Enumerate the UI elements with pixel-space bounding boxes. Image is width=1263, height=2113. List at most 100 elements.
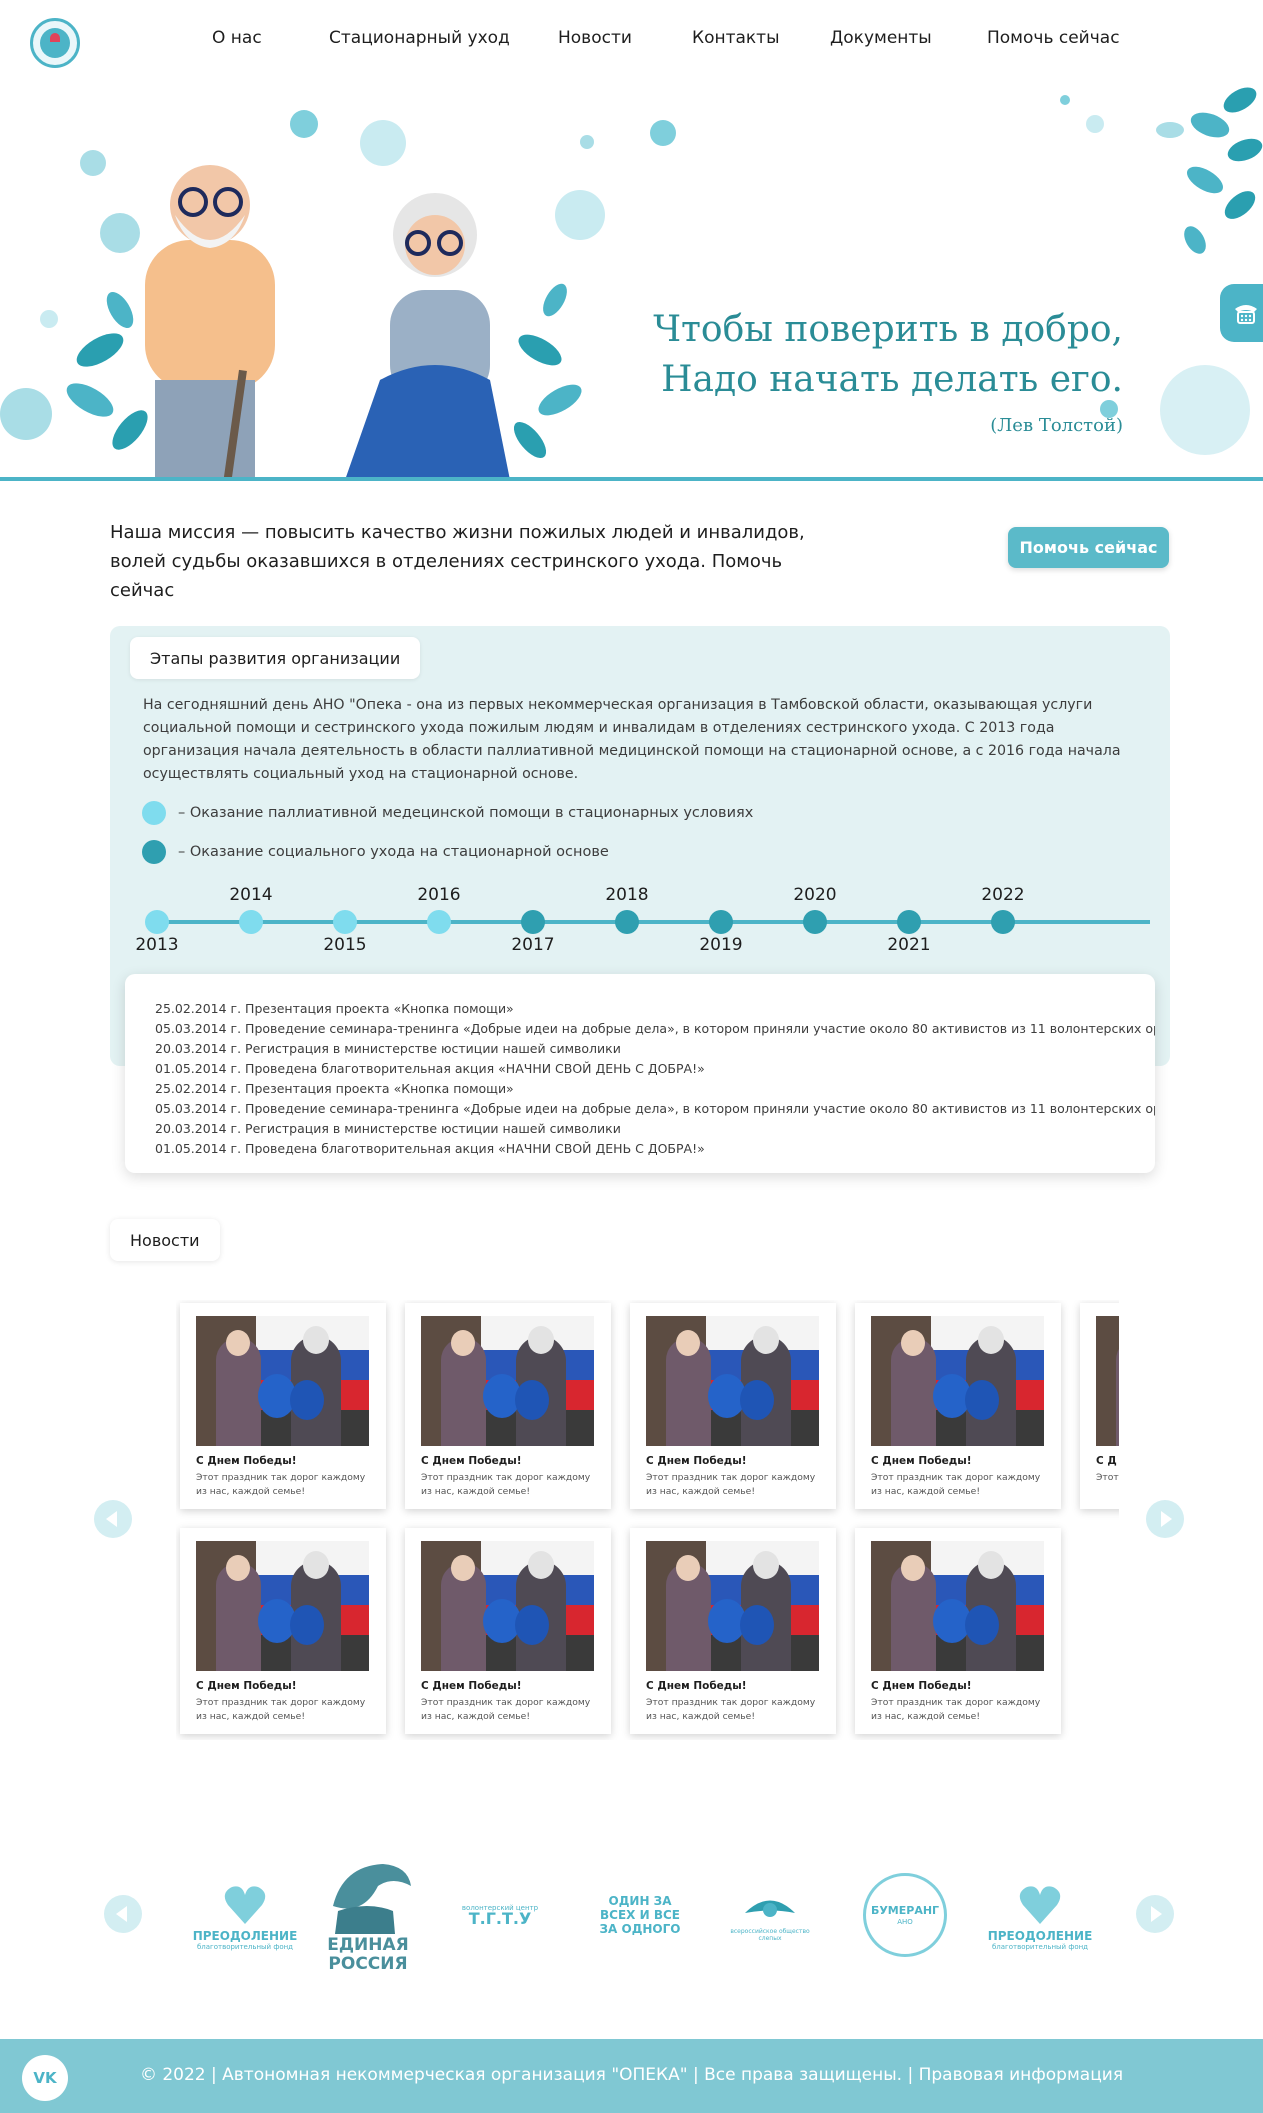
news-card[interactable]: С Днем Победы! Этот праздник так дорог ка… xyxy=(855,1303,1061,1509)
timeline-year-label: 2015 xyxy=(323,935,367,955)
quote-line-1: Чтобы поверить в добро, xyxy=(653,309,1123,350)
event-item: 05.03.2014 г. Проведение семинара-тренин… xyxy=(155,1021,1155,1036)
decor-dot xyxy=(1160,365,1250,455)
timeline-dot-2015[interactable] xyxy=(333,910,357,934)
news-card[interactable]: С Днем Победы! Этот праздник так дорог ка… xyxy=(630,1528,836,1734)
nav-about[interactable]: О нас xyxy=(212,28,262,48)
partner-united-russia[interactable]: ЕДИНАЯ РОССИЯ xyxy=(318,1850,418,1980)
event-item: 25.02.2014 г. Презентация проекта «Кнопк… xyxy=(155,1001,514,1016)
partner-bumerang[interactable]: БУМЕРАНГ АНО xyxy=(860,1870,950,1960)
timeline-dot-2013[interactable] xyxy=(145,910,169,934)
timeline-year-label: 2020 xyxy=(793,885,837,905)
timeline-year-label: 2022 xyxy=(981,885,1025,905)
news-card[interactable]: С Днем Победы! Этот праздник так дорог ка… xyxy=(180,1303,386,1509)
timeline-year-label: 2016 xyxy=(417,885,461,905)
arrow-right-icon xyxy=(1161,1511,1172,1527)
timeline-dot-2019[interactable] xyxy=(709,910,733,934)
heart-icon xyxy=(1019,1886,1061,1924)
news-card-title: С Днем Победы! xyxy=(871,1680,972,1692)
eye-logo-icon xyxy=(745,1900,795,1917)
help-now-button[interactable]: Помочь сейчас xyxy=(1008,527,1169,568)
nav-news[interactable]: Новости xyxy=(558,28,632,48)
news-card-title: С Днем Победы! xyxy=(196,1680,297,1692)
news-card[interactable]: С Днем Победы! Этот праздник так дорог ка… xyxy=(855,1528,1061,1734)
legend-dot-dark xyxy=(142,840,166,864)
event-item: 20.03.2014 г. Регистрация в министерстве… xyxy=(155,1121,621,1136)
partner-preodolenie-2[interactable]: ПРЕОДОЛЕНИЕ благотворительный фонд xyxy=(985,1865,1095,1965)
news-card-text: Этот праздник так дорог каждому из нас, … xyxy=(196,1472,366,1497)
news-prev-button[interactable] xyxy=(94,1500,132,1538)
event-item: 01.05.2014 г. Проведена благотворительна… xyxy=(155,1141,705,1156)
timeline-dot-2017[interactable] xyxy=(521,910,545,934)
partner-name: ПРЕОДОЛЕНИЕ xyxy=(192,1929,298,1943)
timeline-dot-2021[interactable] xyxy=(897,910,921,934)
bear-logo-icon xyxy=(333,1864,411,1934)
partner-subtitle: всероссийское общество слепых xyxy=(730,1928,810,1942)
quote-author: (Лев Толстой) xyxy=(990,415,1123,436)
timeline-year-label: 2014 xyxy=(229,885,273,905)
news-card[interactable]: С Днем Победы! Этот праздник так дорог ка… xyxy=(405,1303,611,1509)
news-card-text: Этот праздник так дорог каждому из нас, … xyxy=(646,1697,816,1722)
news-card[interactable]: С Днем Победы! Этот праздник так дорог ка… xyxy=(630,1303,836,1509)
nav-stationary-care[interactable]: Стационарный уход xyxy=(329,28,510,48)
heart-icon xyxy=(224,1886,266,1924)
partners-next-button[interactable] xyxy=(1136,1895,1174,1933)
timeline-dot-2014[interactable] xyxy=(239,910,263,934)
partner-subtitle: АНО xyxy=(897,1918,913,1926)
timeline-year-label: 2018 xyxy=(605,885,649,905)
decor-dot xyxy=(1086,115,1104,133)
partner-subtitle: благотворительный фонд xyxy=(196,1943,294,1951)
timeline-year-label: 2021 xyxy=(887,935,931,955)
hero-banner: Чтобы поверить в добро, Надо начать дела… xyxy=(0,80,1263,480)
timeline-year-label: 2017 xyxy=(511,935,555,955)
timeline-dot-2018[interactable] xyxy=(615,910,639,934)
event-item: 20.03.2014 г. Регистрация в министерстве… xyxy=(155,1041,621,1056)
news-card-text: Этот праздник так дорог каждому из нас, … xyxy=(871,1697,1041,1722)
news-card-text: Этот праздник так дорог каждому из нас, … xyxy=(421,1472,591,1497)
news-photo xyxy=(421,1316,594,1446)
timeline-description: На сегодняшний день АНО "Опека - она из … xyxy=(143,697,1121,782)
news-card-text: Этот xyxy=(1096,1472,1119,1483)
news-card[interactable]: С Днем Победы! Этот праздник так дорог ка… xyxy=(180,1528,386,1734)
partner-subtitle: благотворительный фонд xyxy=(991,1943,1089,1951)
timeline-dot-2020[interactable] xyxy=(803,910,827,934)
news-card-title: С Днем Победы! xyxy=(646,1680,747,1692)
partner-odin-za-vseh[interactable]: ОДИН ЗА ВСЕХ И ВСЕ ЗА ОДНОГО xyxy=(585,1880,695,1950)
legend-label: – Оказание паллиативной медецинской помо… xyxy=(178,805,754,821)
timeline-dot-2022[interactable] xyxy=(991,910,1015,934)
legend-dot-light xyxy=(142,801,166,825)
event-item: 05.03.2014 г. Проведение семинара-тренин… xyxy=(155,1101,1155,1116)
partners-prev-button[interactable] xyxy=(104,1895,142,1933)
news-next-button[interactable] xyxy=(1146,1500,1184,1538)
hero-divider xyxy=(0,477,1263,481)
partner-preodolenie[interactable]: ПРЕОДОЛЕНИЕ благотворительный фонд xyxy=(190,1865,300,1965)
site-header: О нас Стационарный уход Новости Контакты… xyxy=(0,0,1263,80)
phone-call-button[interactable] xyxy=(1220,284,1263,342)
hero-quote: Чтобы поверить в добро, Надо начать дела… xyxy=(653,305,1123,436)
legend-item-palliative: – Оказание паллиативной медецинской помо… xyxy=(142,801,753,825)
news-photo xyxy=(646,1541,819,1671)
nav-help-now[interactable]: Помочь сейчас xyxy=(987,28,1120,48)
news-card-title: С Днем Победы! xyxy=(196,1455,297,1467)
arrow-right-icon xyxy=(1151,1906,1162,1922)
mission-statement: Наша миссия — повысить качество жизни по… xyxy=(110,522,805,601)
main-nav: О нас Стационарный уход Новости Контакты… xyxy=(0,28,1263,52)
footer-copyright: © 2022 | Автономная некоммерческая орган… xyxy=(139,2065,1124,2085)
news-card[interactable]: С Днем Победы! Этот праздник так дорог ка… xyxy=(405,1528,611,1734)
partner-name: Т.Г.Т.У xyxy=(468,1909,532,1928)
timeline-year-label: 2019 xyxy=(699,935,743,955)
news-card-title: С Днем Победы! xyxy=(646,1455,747,1467)
partner-vos[interactable]: всероссийское общество слепых xyxy=(725,1880,815,1950)
timeline-dot-2016[interactable] xyxy=(427,910,451,934)
news-card[interactable]: С Д Этот xyxy=(1080,1303,1119,1509)
news-photo xyxy=(196,1316,369,1446)
news-card-title: С Днем Победы! xyxy=(871,1455,972,1467)
event-item: 01.05.2014 г. Проведена благотворительна… xyxy=(155,1061,705,1076)
nav-contacts[interactable]: Контакты xyxy=(692,28,780,48)
nav-documents[interactable]: Документы xyxy=(830,28,932,48)
news-photo xyxy=(196,1541,369,1671)
news-card-text: Этот праздник так дорог каждому из нас, … xyxy=(871,1472,1041,1497)
decor-dot xyxy=(1060,95,1070,105)
partner-tgtu[interactable]: волонтерский центр Т.Г.Т.У xyxy=(450,1875,550,1955)
arrow-left-icon xyxy=(106,1511,117,1527)
